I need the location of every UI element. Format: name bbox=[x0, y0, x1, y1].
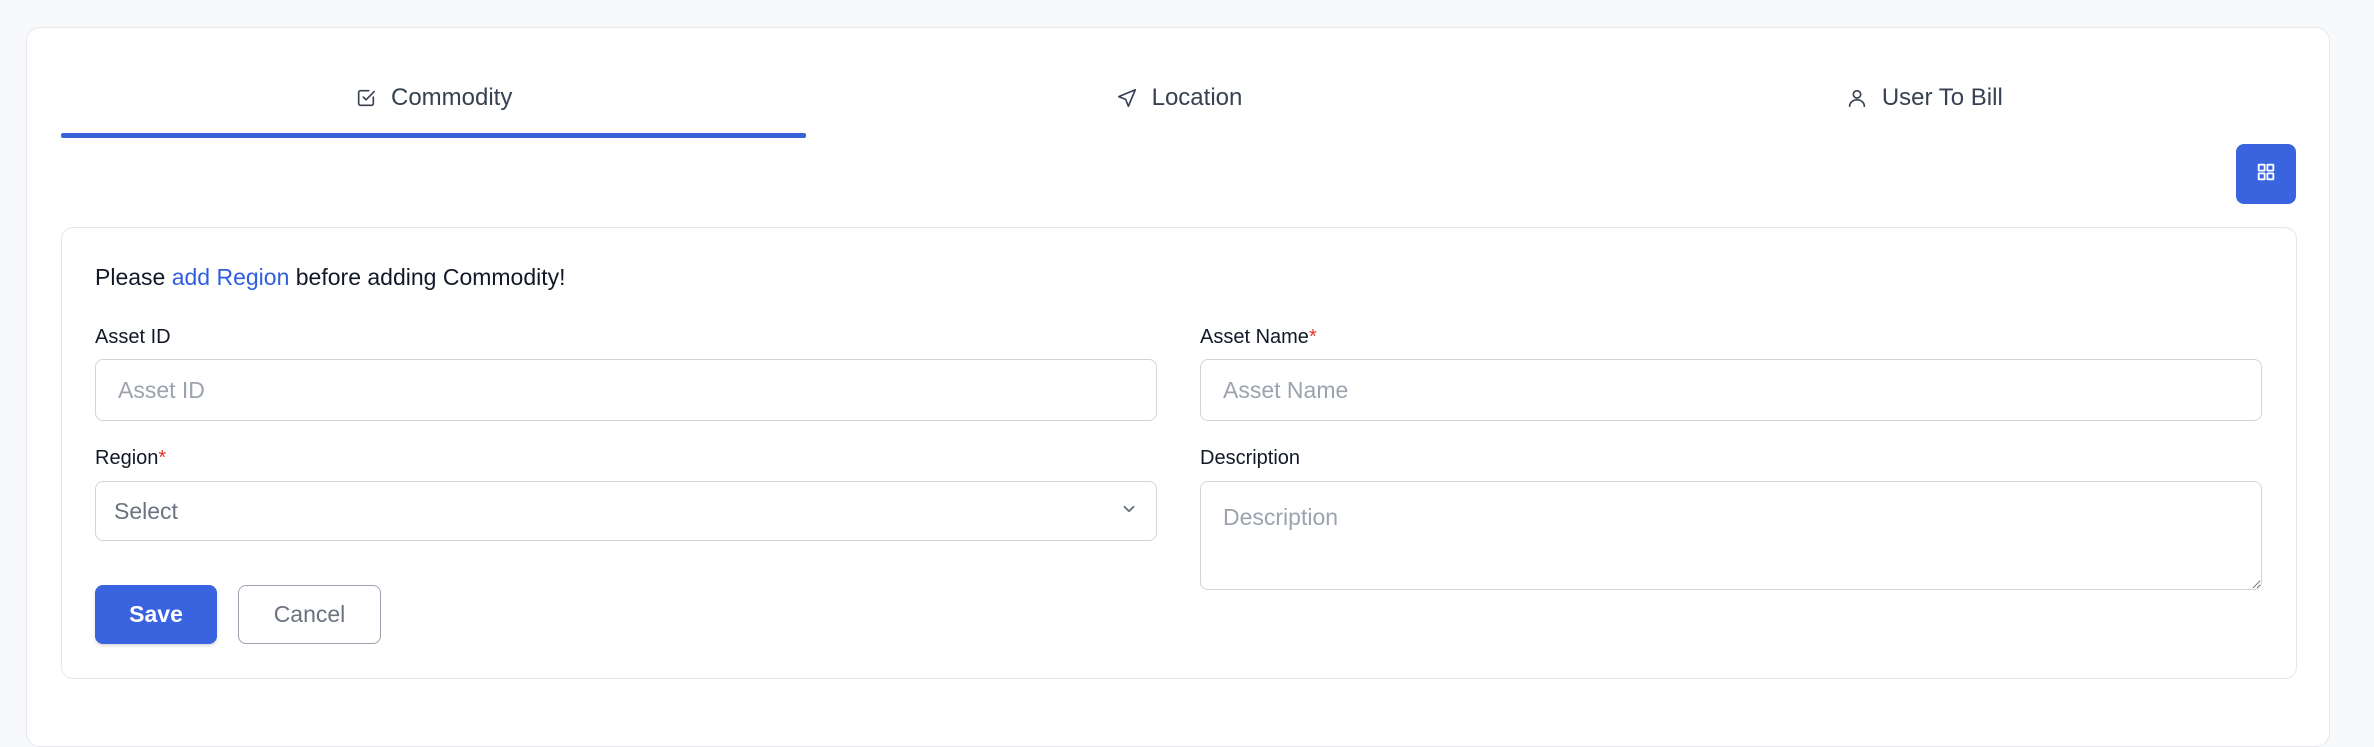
region-select[interactable]: Select bbox=[95, 481, 1157, 541]
asset-id-label-text: Asset ID bbox=[95, 326, 171, 348]
notice-suffix: before adding Commodity! bbox=[289, 264, 566, 290]
tab-user-to-bill[interactable]: User To Bill bbox=[1552, 64, 2297, 132]
grid-icon bbox=[2255, 161, 2277, 188]
tab-location[interactable]: Location bbox=[806, 64, 1551, 132]
save-button[interactable]: Save bbox=[95, 585, 217, 644]
tab-commodity[interactable]: Commodity bbox=[61, 64, 807, 138]
main-card: Commodity Location User To Bill Please a… bbox=[26, 27, 2330, 747]
description-textarea[interactable] bbox=[1200, 481, 2262, 590]
region-notice: Please add Region before adding Commodit… bbox=[95, 264, 566, 291]
asset-id-label: Asset ID bbox=[95, 326, 171, 349]
commodity-form: Please add Region before adding Commodit… bbox=[61, 227, 2297, 679]
tab-commodity-label: Commodity bbox=[390, 84, 513, 111]
asset-name-label-text: Asset Name bbox=[1200, 326, 1309, 348]
cancel-button[interactable]: Cancel bbox=[238, 585, 381, 644]
description-label: Description bbox=[1200, 447, 1300, 470]
navigation-arrow-icon bbox=[1116, 87, 1138, 109]
description-label-text: Description bbox=[1200, 447, 1301, 469]
grid-view-button[interactable] bbox=[2236, 144, 2296, 204]
required-marker: * bbox=[1308, 326, 1317, 348]
checkbox-icon bbox=[355, 87, 377, 109]
asset-name-label: Asset Name* bbox=[1200, 326, 1317, 349]
tab-user-to-bill-label: User To Bill bbox=[1881, 84, 2003, 111]
user-icon bbox=[1846, 87, 1868, 109]
tab-bar: Commodity Location User To Bill bbox=[61, 64, 2297, 150]
region-label-text: Region bbox=[95, 447, 159, 469]
notice-prefix: Please bbox=[95, 264, 172, 290]
tab-location-label: Location bbox=[1151, 84, 1243, 111]
asset-id-input[interactable] bbox=[95, 359, 1157, 421]
region-label: Region* bbox=[95, 447, 166, 470]
asset-name-input[interactable] bbox=[1200, 359, 2262, 421]
region-select-value: Select bbox=[114, 497, 178, 524]
chevron-down-icon bbox=[1120, 500, 1138, 523]
add-region-link[interactable]: add Region bbox=[172, 264, 290, 290]
required-marker: * bbox=[158, 447, 167, 469]
